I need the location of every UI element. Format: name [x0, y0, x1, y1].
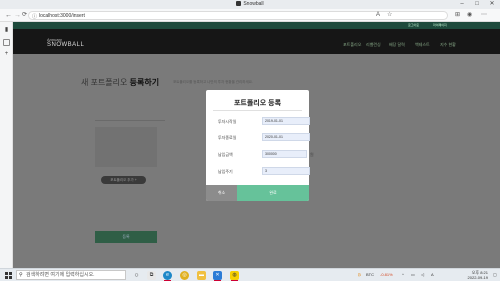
- nav-backtest[interactable]: 백테스트: [415, 42, 430, 48]
- tab-thumb-icon[interactable]: [3, 39, 10, 46]
- btc-change: -0.81%: [380, 272, 393, 277]
- taskbar-search[interactable]: ⚲ 검색하려면 여기에 입력하십시오.: [16, 270, 126, 280]
- period-label: 납입주기: [218, 169, 233, 174]
- windows-start-icon[interactable]: [5, 272, 12, 279]
- clock-date: 2022-09-19: [467, 275, 488, 280]
- tab-actions-icon[interactable]: ▮: [3, 27, 10, 34]
- address-bar[interactable]: ⓘ localhost:3000/insert: [28, 11, 448, 20]
- nav-portfolio[interactable]: 포트폴리오: [343, 42, 361, 48]
- period-input[interactable]: 3: [262, 167, 310, 175]
- ime-lang[interactable]: A: [431, 272, 434, 277]
- extensions-icon[interactable]: ⊞: [455, 11, 460, 20]
- window-titlebar: Snowball – □ ✕: [0, 0, 500, 9]
- complete-button[interactable]: 완료: [237, 185, 309, 201]
- end-date-label: 투자종료일: [218, 135, 237, 140]
- clock[interactable]: 오후 8:21 2022-09-19: [468, 270, 488, 280]
- nav-index[interactable]: 지수 현황: [440, 42, 456, 48]
- file-explorer-icon[interactable]: ▬: [197, 271, 206, 280]
- browser-toolbar: ← → ⟳ ⓘ localhost:3000/insert A ☆ ⊞ ◉ ⋯: [0, 9, 500, 22]
- page-title-bold: 등록하기: [129, 78, 160, 87]
- portfolio-register-modal: 포트폴리오 등록 투자시작일 2019-01-01 투자종료일 2020-01-…: [206, 90, 314, 201]
- more-menu-icon[interactable]: ⋯: [481, 11, 487, 20]
- favorite-icon[interactable]: ☆: [387, 11, 392, 20]
- site-topbar: 로그아웃 마이페이지: [13, 22, 500, 29]
- bg-divider: [95, 120, 165, 121]
- window-title: Snowball: [243, 1, 264, 7]
- page-title: 새 포트폴리오 등록하기: [81, 77, 159, 88]
- site-logo[interactable]: SNOWBALL: [47, 42, 84, 48]
- kakaotalk-icon[interactable]: ◍: [230, 271, 239, 280]
- read-aloud-icon[interactable]: A: [376, 11, 380, 20]
- minimize-icon[interactable]: –: [456, 0, 468, 9]
- address-url: localhost:3000/insert: [39, 13, 85, 19]
- taskbar: ⚲ 검색하려면 여기에 입력하십시오. ○ ⧉ e ◎ ▬ ✕ ◍ ₿ BTC …: [0, 268, 500, 281]
- page-title-light: 새 포트폴리오: [81, 78, 128, 87]
- window-title-area: Snowball: [0, 1, 500, 7]
- bg-submit-button: 등록: [95, 231, 157, 243]
- modal-title: 포트폴리오 등록: [233, 100, 282, 107]
- speaker-icon[interactable]: ◁: [421, 272, 424, 277]
- task-view-icon[interactable]: ○: [132, 271, 141, 280]
- nav-rebalancing[interactable]: 리밸런싱: [366, 42, 381, 48]
- btc-label: BTC: [366, 272, 374, 277]
- notification-icon[interactable]: ▢: [493, 272, 497, 277]
- nav-dividend[interactable]: 배당 달력: [389, 42, 405, 48]
- back-button[interactable]: ←: [5, 11, 12, 20]
- amount-label: 납입금액: [218, 152, 233, 157]
- mypage-link[interactable]: 마이페이지: [433, 23, 447, 27]
- new-tab-icon[interactable]: +: [3, 51, 10, 58]
- search-icon: ⚲: [19, 272, 23, 278]
- edge-icon[interactable]: e: [163, 271, 172, 280]
- start-date-label: 투자시작일: [218, 119, 237, 124]
- page-viewport: 로그아웃 마이페이지 Annuary SNOWBALL 포트폴리오 리밸런싱 배…: [13, 22, 500, 268]
- close-icon[interactable]: ✕: [486, 0, 498, 9]
- amount-input[interactable]: 300000: [262, 150, 307, 158]
- bg-table: [95, 127, 157, 167]
- taskview-icon[interactable]: ⧉: [147, 271, 156, 280]
- cancel-button[interactable]: 취소: [206, 185, 237, 201]
- modal-divider: [213, 110, 302, 111]
- reload-button[interactable]: ⟳: [22, 11, 27, 20]
- vscode-icon[interactable]: ✕: [213, 271, 222, 280]
- site-header: Annuary SNOWBALL 포트폴리오 리밸런싱 배당 달력 백테스트 지…: [13, 29, 500, 54]
- favicon-icon: [236, 1, 242, 7]
- forward-button[interactable]: →: [14, 11, 21, 20]
- bg-add-portfolio-button: 포트폴리오 추가 +: [101, 176, 146, 184]
- maximize-icon[interactable]: □: [471, 0, 483, 9]
- info-icon: ⓘ: [32, 14, 38, 20]
- chrome-icon[interactable]: ◎: [180, 271, 189, 280]
- taskbar-search-placeholder: 검색하려면 여기에 입력하십시오.: [26, 272, 95, 278]
- bitcoin-icon: ₿: [358, 272, 361, 277]
- network-icon[interactable]: ▭: [411, 272, 415, 277]
- profile-icon[interactable]: ◉: [467, 11, 472, 20]
- page-subtitle: 포트폴리오를 등록하고 나만의 투자 현황을 관리하세요.: [173, 80, 253, 84]
- browser-sidebar: ▮ +: [0, 22, 13, 268]
- start-date-input[interactable]: 2019-01-01: [262, 117, 310, 125]
- logout-link[interactable]: 로그아웃: [408, 23, 419, 27]
- amount-unit: 원: [310, 152, 314, 157]
- tray-chevron-icon[interactable]: ^: [402, 272, 404, 277]
- end-date-input[interactable]: 2020-01-01: [262, 133, 310, 141]
